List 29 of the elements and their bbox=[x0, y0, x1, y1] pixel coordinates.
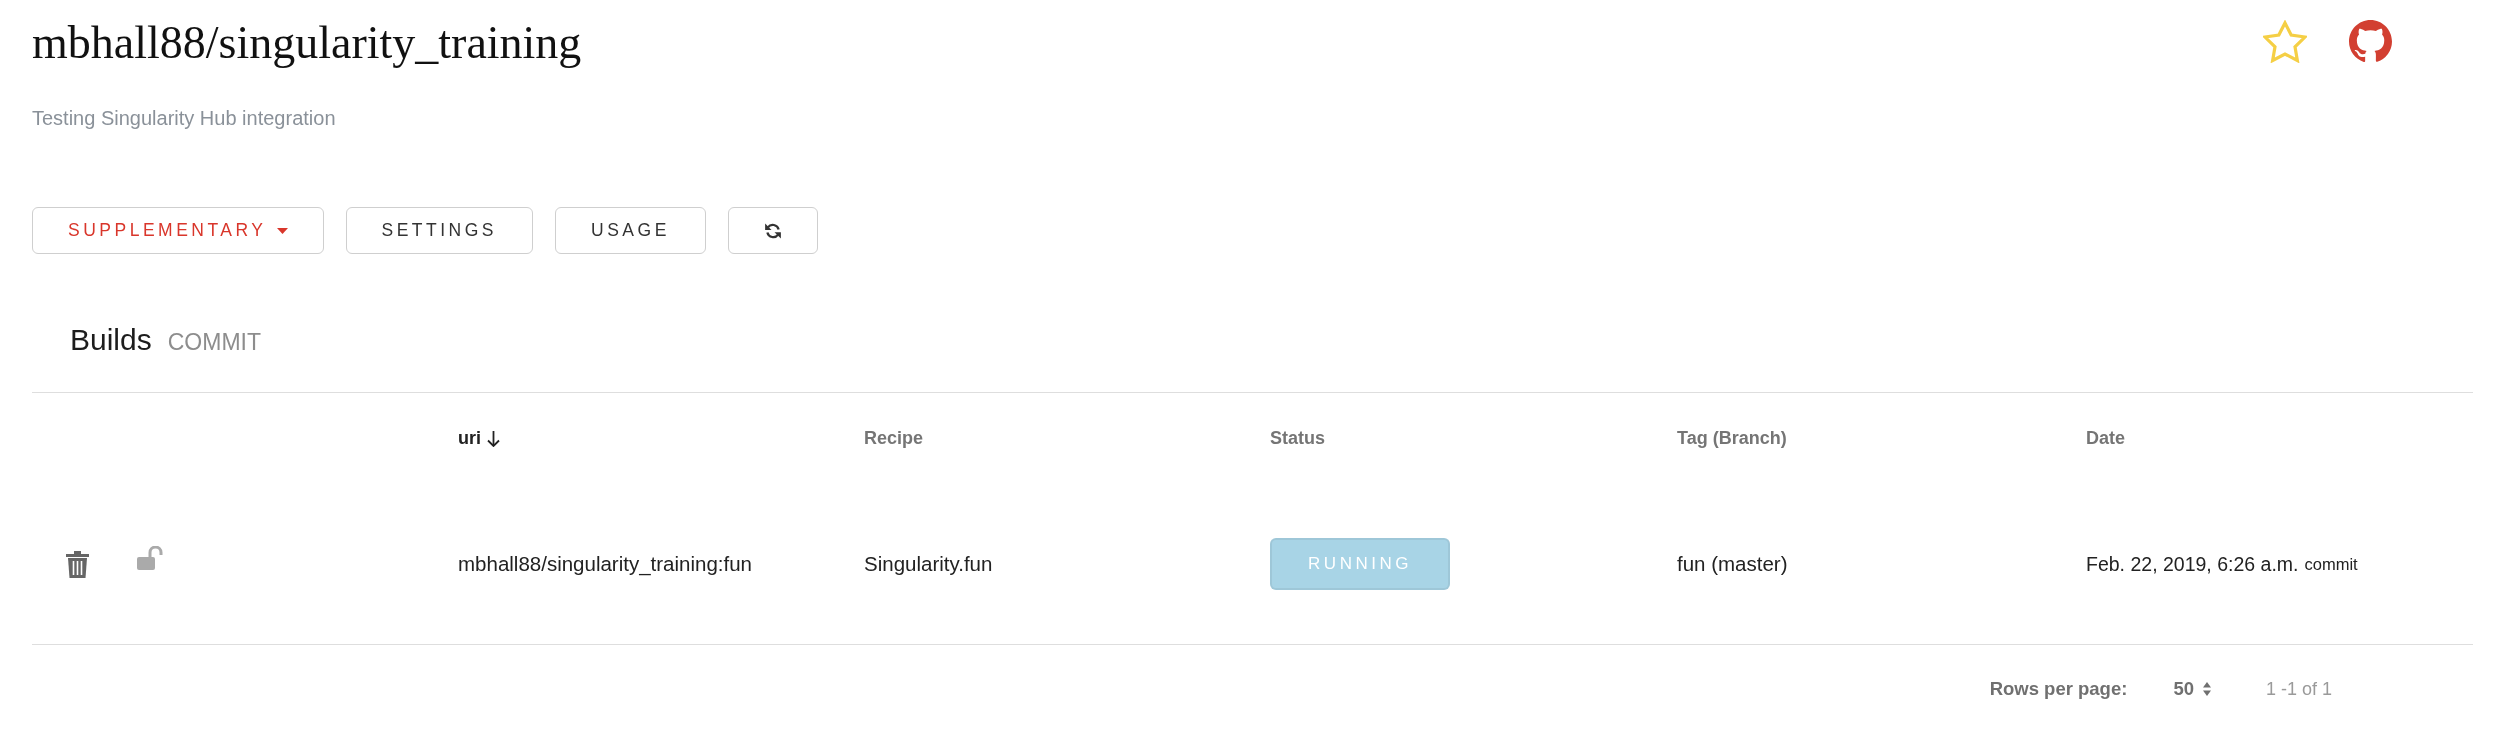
column-header[interactable]: Date bbox=[2086, 428, 2125, 449]
caret-icon bbox=[276, 227, 288, 234]
status-badge: RUNNING bbox=[1270, 538, 1450, 590]
page-range: 1 -1 of 1 bbox=[2265, 678, 2332, 700]
repository-title: mbhall88/singularity_training bbox=[32, 16, 582, 68]
trash-icon[interactable] bbox=[66, 550, 89, 578]
toolbar-button[interactable]: SETTINGS bbox=[345, 207, 534, 254]
refresh-button[interactable] bbox=[727, 207, 818, 254]
section-subtitle: COMMIT bbox=[167, 329, 261, 356]
star-icon[interactable] bbox=[2263, 20, 2307, 63]
recipe-cell: Singularity.fun bbox=[864, 552, 993, 576]
column-header[interactable]: uri bbox=[458, 428, 500, 449]
section-title: Builds bbox=[70, 322, 152, 358]
arrow-down-icon bbox=[487, 430, 500, 447]
tag-cell: fun (master) bbox=[1677, 552, 1788, 576]
github-icon[interactable] bbox=[2349, 20, 2392, 63]
supplementary-dropdown-button[interactable]: SUPPLEMENTARY bbox=[32, 207, 324, 254]
refresh-icon bbox=[763, 221, 782, 240]
date-text: Feb. 22, 2019, 6:26 a.m. bbox=[2086, 552, 2299, 576]
column-header[interactable]: Recipe bbox=[864, 428, 924, 449]
column-header[interactable]: Status bbox=[1270, 428, 1325, 449]
rows-per-page-select[interactable]: 50 bbox=[2173, 678, 2211, 700]
toolbar-button[interactable]: USAGE bbox=[555, 207, 706, 254]
commit-link[interactable]: commit bbox=[2304, 554, 2358, 574]
sort-arrows-icon bbox=[2202, 682, 2211, 696]
column-header[interactable]: Tag (Branch) bbox=[1677, 428, 1787, 449]
uri-cell: mbhall88/singularity_training:fun bbox=[458, 552, 752, 576]
rows-per-page-label: Rows per page: bbox=[1989, 678, 2128, 700]
repository-description: Testing Singularity Hub integration bbox=[32, 107, 336, 129]
